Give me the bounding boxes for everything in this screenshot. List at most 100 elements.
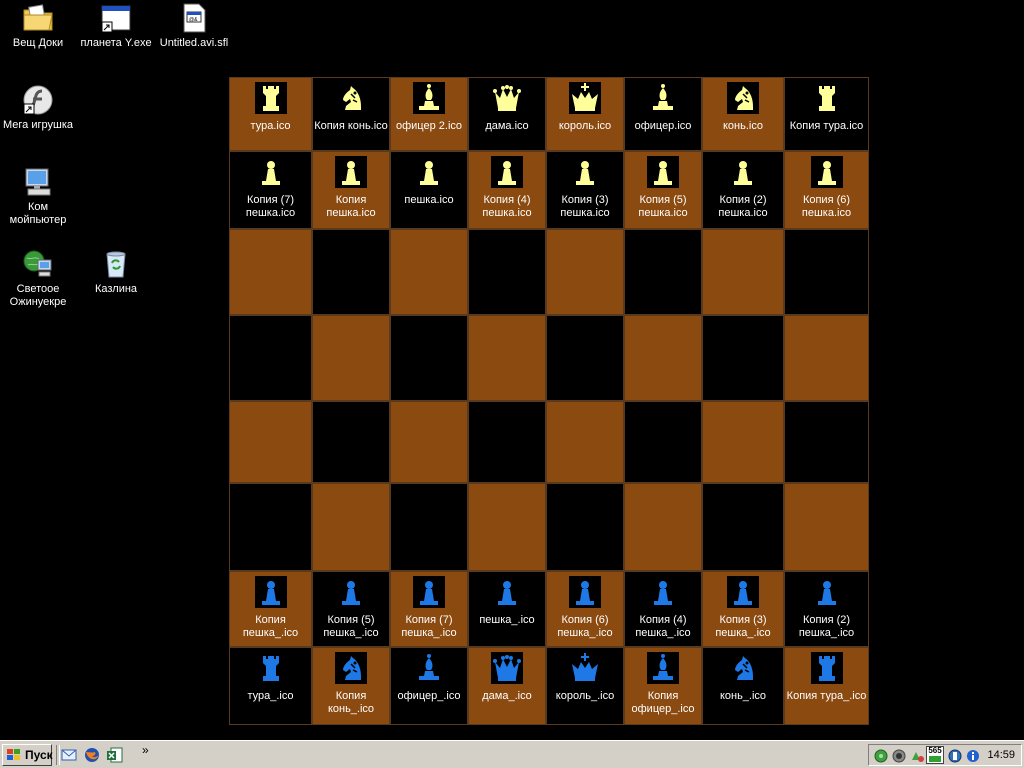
quick-launch-chevron[interactable]: »	[142, 743, 149, 757]
outlook-express-icon[interactable]	[60, 746, 78, 764]
network-icon[interactable]	[873, 748, 889, 764]
board-square[interactable]: Копия (4) пешка.ico	[468, 151, 546, 229]
pawn-icon	[498, 161, 516, 185]
board-square[interactable]: Копия (7) пешка_.ico	[390, 571, 468, 647]
desktop-icon-documents[interactable]: Вещ Доки	[0, 2, 76, 50]
board-square[interactable]: тура.ico	[229, 77, 312, 151]
desktop-icon-network[interactable]: Светоое Ожинуекре	[0, 248, 76, 309]
piece-icon-wrap	[547, 82, 623, 119]
pawn-icon	[654, 161, 672, 185]
piece-icon-background	[413, 156, 445, 188]
piece-label: офицер 2.ico	[395, 120, 463, 132]
board-square[interactable]: тура_.ico	[229, 647, 312, 725]
piece-icon-background	[254, 652, 287, 684]
piece-icon-wrap	[391, 652, 467, 689]
clock[interactable]: 14:59	[987, 749, 1015, 761]
board-square[interactable]: Копия (6) пешка.ico	[784, 151, 869, 229]
desktop-icon-mega-game[interactable]: Мега игрушка	[0, 84, 76, 132]
board-square[interactable]: Копия пешка.ico	[312, 151, 390, 229]
piece-icon-wrap	[391, 576, 467, 613]
folder-documents-icon	[23, 4, 53, 31]
piece-label: конь_.ico	[719, 690, 767, 702]
board-square[interactable]: Копия (7) пешка.ico	[229, 151, 312, 229]
piece-icon-wrap	[625, 576, 701, 613]
board-square[interactable]: конь_.ico	[702, 647, 784, 725]
network-globe-icon	[23, 250, 52, 277]
board-square[interactable]: Копия конь.ico	[312, 77, 390, 151]
board-square[interactable]: Копия тура.ico	[784, 77, 869, 151]
speaker-icon[interactable]	[891, 748, 907, 764]
desktop-icon-untitled-sfl[interactable]: @& Untitled.avi.sfl	[156, 2, 232, 50]
piece-icon-wrap	[469, 82, 545, 119]
desktop-icon-label: Светоое Ожинуекре	[9, 283, 67, 308]
counter-icon[interactable]: 565	[926, 746, 944, 764]
board-square	[784, 315, 869, 401]
piece-icon-background	[727, 156, 759, 188]
pawn-icon	[420, 161, 438, 185]
knight-icon	[735, 656, 753, 680]
board-square[interactable]: офицер 2.ico	[390, 77, 468, 151]
desktop-icon-my-computer[interactable]: Ком мойпьютер	[0, 166, 76, 227]
knight-icon	[735, 86, 753, 110]
board-square[interactable]: король.ico	[546, 77, 624, 151]
piece-icon-background	[810, 82, 843, 114]
board-square[interactable]: Копия (2) пешка.ico	[702, 151, 784, 229]
piece-icon-wrap	[469, 652, 545, 689]
recycle-tray-icon[interactable]	[909, 748, 925, 764]
desktop-icon-recycle-bin[interactable]: Казлина	[78, 248, 154, 296]
board-square[interactable]: Копия тура_.ico	[784, 647, 869, 725]
board-square[interactable]: Копия (5) пешка_.ico	[312, 571, 390, 647]
board-square[interactable]: Копия (6) пешка_.ico	[546, 571, 624, 647]
piece-icon-background	[491, 576, 523, 608]
board-square[interactable]: Копия пешка_.ico	[229, 571, 312, 647]
board-square	[784, 229, 869, 315]
piece-label: конь.ico	[723, 120, 763, 132]
piece-icon-wrap	[785, 576, 868, 613]
board-square[interactable]: пешка_.ico	[468, 571, 546, 647]
board-square[interactable]: Копия (5) пешка.ico	[624, 151, 702, 229]
piece-icon-background	[647, 652, 679, 684]
board-square[interactable]: пешка.ico	[390, 151, 468, 229]
media-icon[interactable]	[947, 748, 963, 764]
start-button[interactable]: Пуск	[2, 744, 53, 766]
flash-shortcut-icon	[23, 85, 53, 115]
board-square	[229, 315, 312, 401]
piece-icon-wrap	[785, 82, 868, 119]
piece-label: Копия (7) пешка.ico	[245, 194, 296, 219]
board-square[interactable]: Копия (3) пешка_.ico	[702, 571, 784, 647]
piece-icon-wrap	[703, 82, 783, 119]
pawn-icon	[576, 161, 594, 185]
board-square[interactable]: конь.ico	[702, 77, 784, 151]
piece-label: офицер_.ico	[397, 690, 461, 702]
board-square[interactable]: Копия офицер_.ico	[624, 647, 702, 725]
board-square[interactable]: король_.ico	[546, 647, 624, 725]
board-square	[624, 229, 702, 315]
board-square[interactable]: Копия (2) пешка_.ico	[784, 571, 869, 647]
piece-icon-background	[810, 576, 843, 608]
board-square[interactable]: офицер.ico	[624, 77, 702, 151]
piece-label: Копия (4) пешка.ico	[482, 194, 532, 219]
firefox-icon[interactable]	[83, 746, 101, 764]
piece-icon-background	[491, 652, 523, 684]
piece-icon-background	[335, 576, 367, 608]
board-square[interactable]: Копия (4) пешка_.ico	[624, 571, 702, 647]
desktop-icon-planet-exe[interactable]: планета Y.exe	[78, 2, 154, 50]
board-square[interactable]: Копия конь_.ico	[312, 647, 390, 725]
board-square	[229, 483, 312, 571]
pawn-icon	[576, 581, 594, 605]
board-square	[546, 483, 624, 571]
board-square[interactable]: дама_.ico	[468, 647, 546, 725]
desktop-icon-label: планета Y.exe	[80, 37, 152, 49]
excel-icon[interactable]	[106, 746, 124, 764]
board-square	[312, 401, 390, 483]
board-square[interactable]: офицер_.ico	[390, 647, 468, 725]
piece-icon-background	[335, 652, 367, 684]
board-square	[546, 229, 624, 315]
board-square[interactable]: Копия (3) пешка.ico	[546, 151, 624, 229]
info-icon[interactable]	[965, 748, 981, 764]
piece-icon-wrap	[230, 156, 311, 193]
piece-icon-wrap	[547, 652, 623, 689]
exe-shortcut-icon	[101, 5, 131, 33]
board-square[interactable]: дама.ico	[468, 77, 546, 151]
piece-icon-wrap	[703, 156, 783, 193]
